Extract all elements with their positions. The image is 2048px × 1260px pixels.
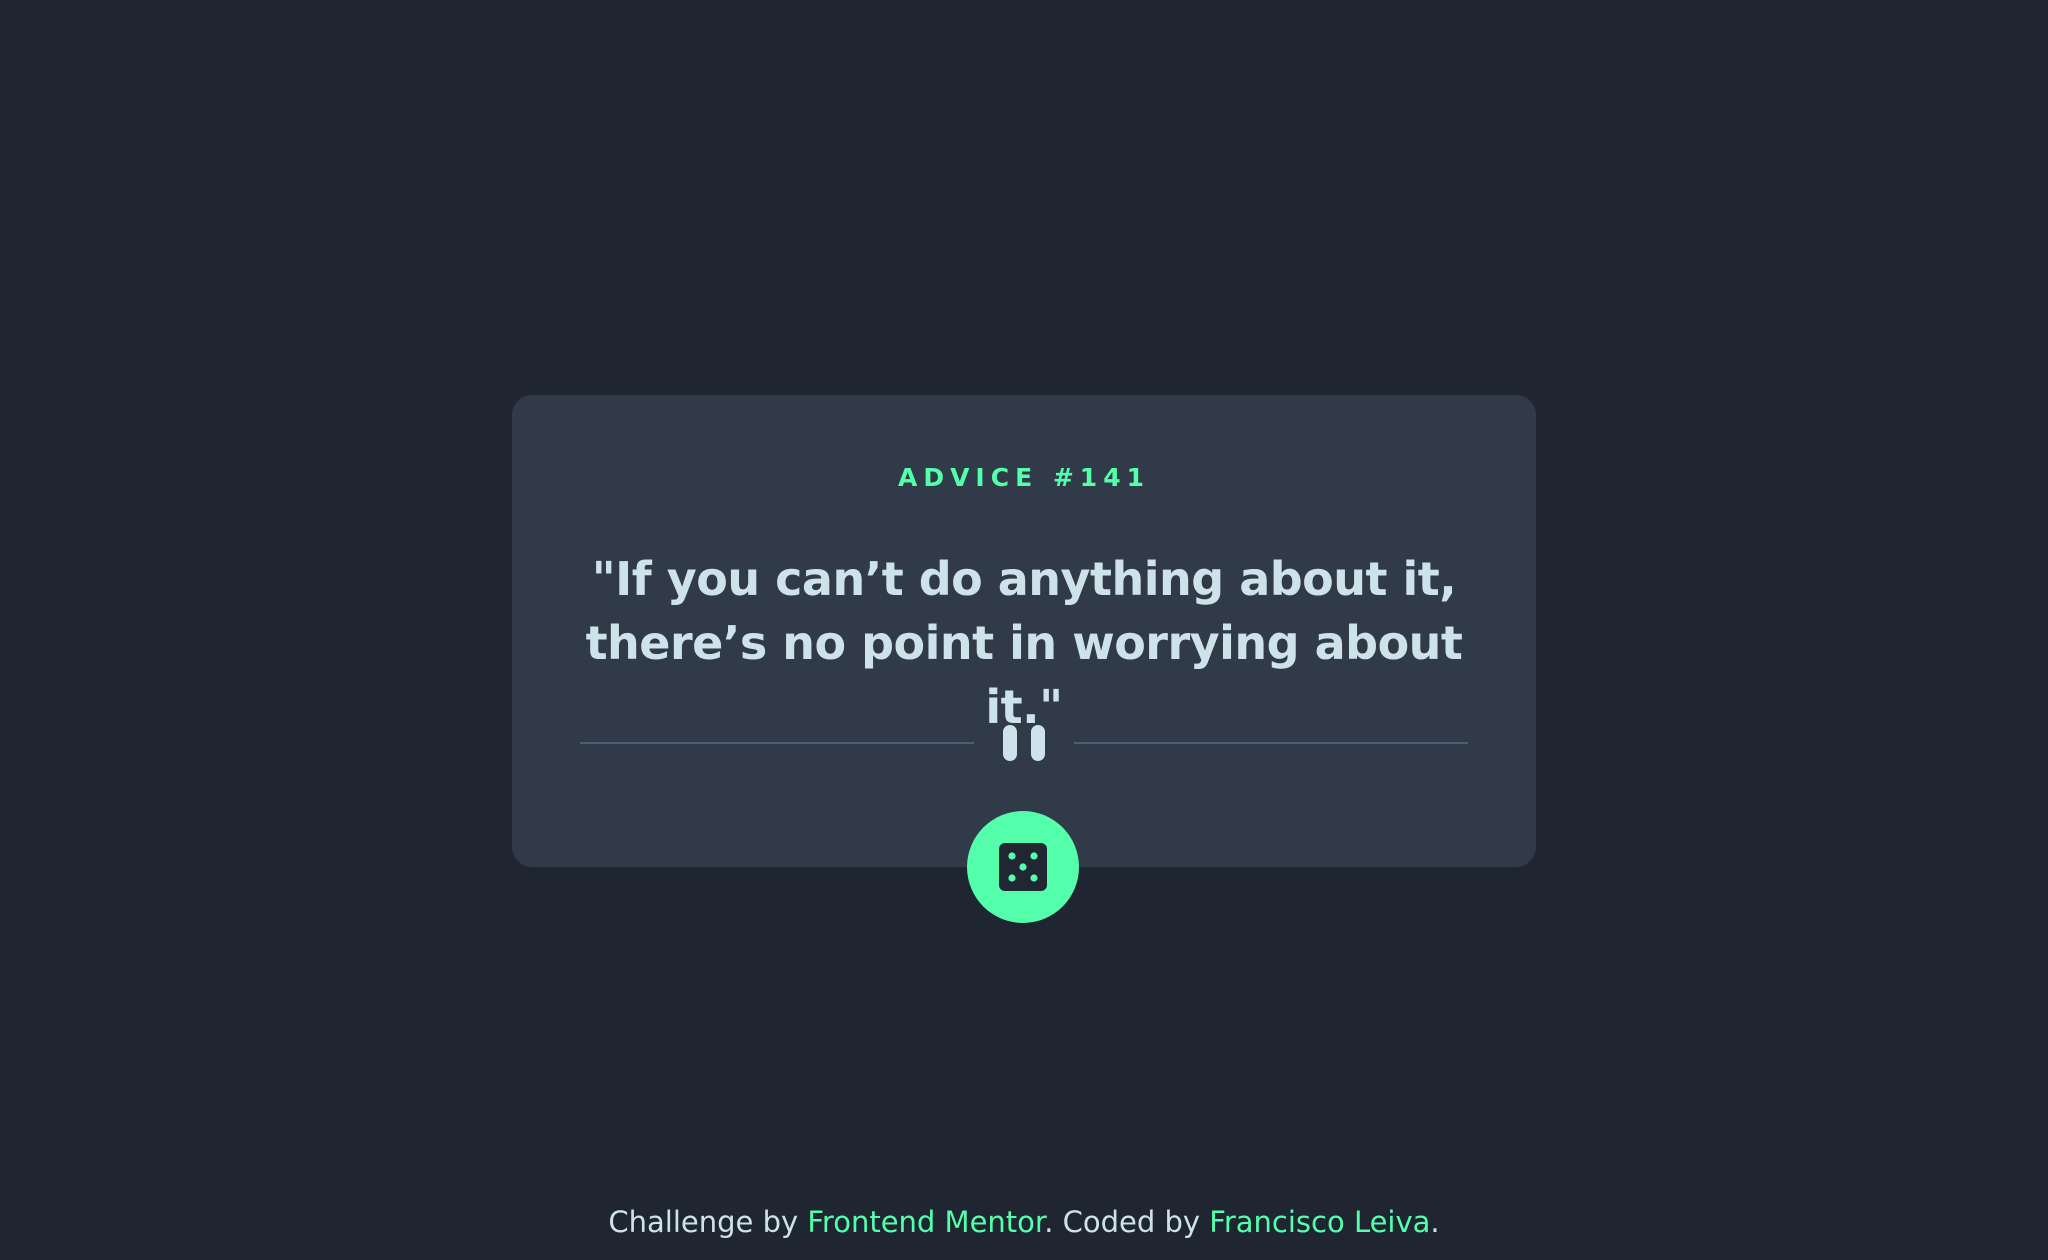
divider <box>580 723 1468 763</box>
advice-quote: "If you can’t do anything about it, ther… <box>585 552 1463 734</box>
footer-prefix: Challenge by <box>608 1205 808 1239</box>
pause-icon <box>1003 725 1045 761</box>
dice-icon <box>999 843 1047 891</box>
divider-line-right <box>1074 742 1468 744</box>
frontend-mentor-link[interactable]: Frontend Mentor <box>807 1205 1044 1239</box>
divider-line-left <box>580 742 974 744</box>
author-link[interactable]: Francisco Leiva <box>1209 1205 1430 1239</box>
dice-button[interactable] <box>967 811 1079 923</box>
footer-middle: . Coded by <box>1044 1205 1210 1239</box>
attribution-footer: Challenge by Frontend Mentor. Coded by F… <box>0 1204 2048 1240</box>
advice-card: ADVICE #141 "If you can’t do anything ab… <box>512 395 1536 867</box>
advice-id: ADVICE #141 <box>897 463 1150 492</box>
footer-suffix: . <box>1430 1205 1440 1239</box>
